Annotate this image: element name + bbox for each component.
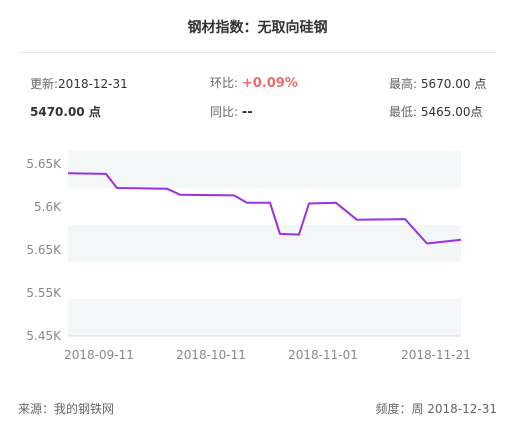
y-tick-label: 5.55K [26,286,62,300]
source-label: 来源：我的钢铁网 [18,402,115,416]
y-tick-label: 5.6K [34,200,62,214]
x-tick-label: 2018-10-11 [176,348,246,362]
x-tick-label: 2018-11-01 [288,348,358,362]
grid-band [68,225,461,262]
line-chart: 5.65K 5.6K 5.65K 5.55K 5.45K2018-09-11 2018-1… [26,151,471,362]
y-tick-label: 5.65K [26,243,62,257]
y-tick-label: 5.45K [26,329,62,343]
y-tick-label: 5.65K [26,157,62,171]
grid-band [68,299,461,336]
frequency-label: 频度：周 2018-12-31 [375,402,497,416]
x-tick-label: 2018-11-21 [401,348,471,362]
x-tick-label: 2018-09-11 [64,348,134,362]
grid-band [68,151,461,188]
